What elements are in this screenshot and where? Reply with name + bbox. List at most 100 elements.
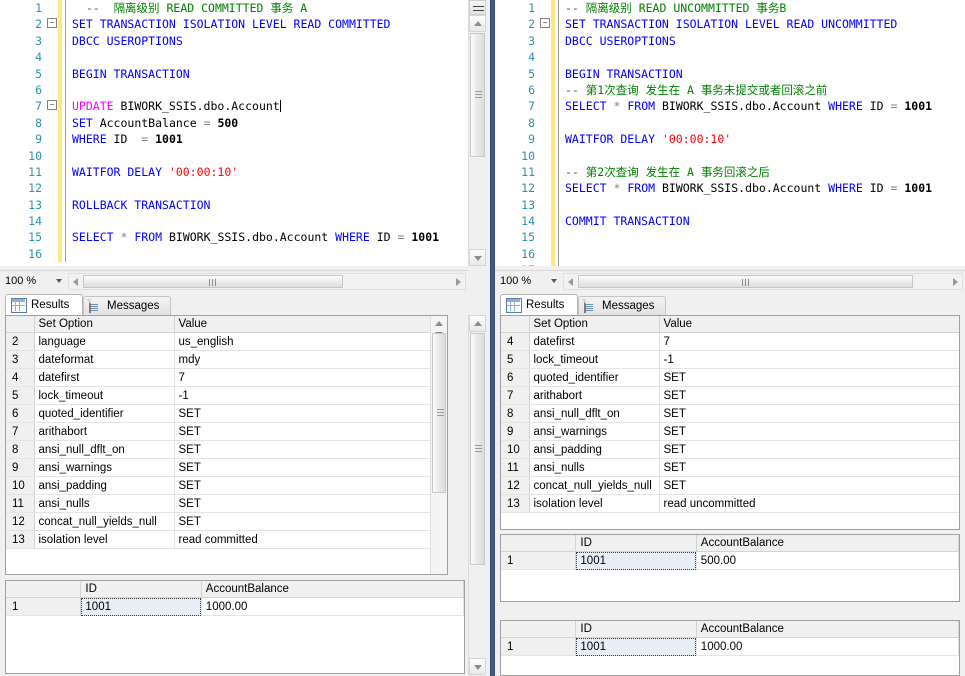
table-cell[interactable]: read uncommitted xyxy=(659,494,959,513)
left-results-scroll-thumb[interactable] xyxy=(470,333,485,565)
row-header-corner[interactable] xyxy=(501,621,577,638)
table-cell[interactable]: SET xyxy=(659,422,959,441)
table-cell[interactable]: arithabort xyxy=(529,386,660,405)
table-cell[interactable]: arithabort xyxy=(34,422,175,441)
left-code-lines[interactable]: 1 -- 隔离级别 READ COMMITTED 事务 A 2− SET TRANS… xyxy=(0,0,468,266)
column-header[interactable]: Set Option xyxy=(34,316,175,333)
code-line[interactable]: 15 SELECT * FROM BIWORK_SSIS.dbo.Account … xyxy=(0,229,468,247)
table-row[interactable]: 12 concat_null_yields_null SET xyxy=(6,512,432,531)
column-header[interactable]: AccountBalance xyxy=(696,621,959,638)
code-line[interactable]: 3 DBCC USEROPTIONS xyxy=(495,32,965,50)
right-hscroll-left-button[interactable] xyxy=(564,274,577,289)
code-line[interactable]: 16 xyxy=(0,245,468,263)
code-line[interactable]: 4 xyxy=(495,49,965,66)
right-hscroll-right-button[interactable] xyxy=(949,274,962,289)
table-cell[interactable]: SET xyxy=(659,440,959,459)
row-number[interactable]: 6 xyxy=(6,404,35,423)
code-line[interactable]: 17 xyxy=(495,262,965,266)
table-cell[interactable]: isolation level xyxy=(529,494,660,513)
column-header[interactable]: ID xyxy=(575,535,697,552)
code-line[interactable]: 16 xyxy=(495,245,965,263)
table-row[interactable]: 7 arithabort SET xyxy=(6,422,432,441)
table-row[interactable]: 13 isolation level read committed xyxy=(6,530,432,549)
code-line[interactable]: 5 BEGIN TRANSACTION xyxy=(0,65,468,83)
table-cell[interactable]: us_english xyxy=(174,332,432,351)
row-number[interactable]: 4 xyxy=(501,332,530,351)
table-cell[interactable]: SET xyxy=(174,422,432,441)
table-cell[interactable]: 7 xyxy=(174,368,432,387)
table-row[interactable]: 10 ansi_padding SET xyxy=(501,440,959,459)
table-cell[interactable]: SET xyxy=(659,458,959,477)
column-header[interactable]: AccountBalance xyxy=(201,581,464,598)
right-account-results-grid-2[interactable]: ID AccountBalance 1 1001 1000.00 xyxy=(500,620,960,676)
table-row[interactable]: 6 quoted_identifier SET xyxy=(501,368,959,387)
table-row[interactable]: 5 lock_timeout -1 xyxy=(501,350,959,369)
left-hscroll-thumb[interactable] xyxy=(83,274,343,288)
table-cell[interactable]: SET xyxy=(174,458,432,477)
table-row[interactable]: 8 ansi_null_dflt_on SET xyxy=(6,440,432,459)
table-cell[interactable]: ansi_padding xyxy=(34,476,175,495)
table-cell[interactable]: SET xyxy=(174,494,432,513)
table-cell[interactable]: SET xyxy=(659,404,959,423)
table-cell[interactable]: 1001 xyxy=(575,551,697,570)
code-line[interactable]: 4 xyxy=(0,49,468,66)
code-line[interactable]: 1 -- 隔离级别 READ UNCOMMITTED 事务B xyxy=(495,0,965,17)
row-number[interactable]: 6 xyxy=(501,368,530,387)
right-editor-hscrollbar[interactable] xyxy=(563,272,963,290)
code-line[interactable]: 1 -- 隔离级别 READ COMMITTED 事务 A xyxy=(0,0,468,17)
code-line[interactable]: 2− SET TRANSACTION ISOLATION LEVEL READ U… xyxy=(495,16,965,34)
results-table[interactable]: Set Option Value 2 language us_english 3 datef… xyxy=(6,316,432,549)
table-row[interactable]: 1 1001 500.00 xyxy=(501,551,959,570)
row-header-corner[interactable] xyxy=(501,316,530,333)
table-row[interactable]: 13 isolation level read uncommitted xyxy=(501,494,959,513)
right-hscroll-thumb[interactable] xyxy=(578,274,913,288)
right-code-lines[interactable]: 1 -- 隔离级别 READ UNCOMMITTED 事务B 2− SET TRANS… xyxy=(495,0,965,266)
table-row[interactable]: 5 lock_timeout -1 xyxy=(6,386,432,405)
code-line[interactable]: 11 -- 第2次查询 发生在 A 事务回滚之后 xyxy=(495,163,965,181)
results-table[interactable]: ID AccountBalance 1 1001 1000.00 xyxy=(6,581,464,616)
table-cell[interactable]: ansi_warnings xyxy=(529,422,660,441)
row-number[interactable]: 9 xyxy=(6,458,35,477)
left-useroptions-results-grid[interactable]: Set Option Value 2 language us_english 3 datef… xyxy=(5,315,448,575)
tab-results-right[interactable]: Results xyxy=(500,294,578,315)
left-hscroll-left-button[interactable] xyxy=(69,274,82,289)
code-line[interactable]: 9 WHERE ID = 1001 xyxy=(0,131,468,148)
table-row[interactable]: 3 dateformat mdy xyxy=(6,350,432,369)
row-number[interactable]: 3 xyxy=(6,350,35,369)
code-line[interactable]: 8 xyxy=(495,114,965,132)
table-cell[interactable]: SET xyxy=(659,386,959,405)
code-line[interactable]: 13 xyxy=(495,196,965,214)
fold-collapse-icon[interactable]: − xyxy=(46,98,58,114)
table-row[interactable]: 9 ansi_warnings SET xyxy=(6,458,432,477)
left-zoom-selector[interactable]: 100 % xyxy=(2,272,68,290)
table-cell[interactable]: concat_null_yields_null xyxy=(529,476,660,495)
right-results-tabstrip[interactable]: Results Messages xyxy=(500,294,960,316)
right-account-results-grid-1[interactable]: ID AccountBalance 1 1001 500.00 xyxy=(500,534,960,602)
fold-collapse-icon[interactable]: − xyxy=(46,16,58,32)
table-cell[interactable]: ansi_null_dflt_on xyxy=(34,440,175,459)
table-cell[interactable]: lock_timeout xyxy=(34,386,175,405)
left-editor-split-grip[interactable] xyxy=(469,0,486,15)
code-line[interactable]: 6 -- 第1次查询 发生在 A 事务未提交或者回滚之前 xyxy=(495,81,965,99)
left-grid-scroll-up[interactable] xyxy=(431,321,447,326)
table-cell[interactable]: -1 xyxy=(659,350,959,369)
table-cell[interactable]: SET xyxy=(174,512,432,531)
column-header[interactable]: ID xyxy=(575,621,697,638)
row-header-corner[interactable] xyxy=(501,535,577,552)
tab-messages-left[interactable]: Messages xyxy=(83,296,171,315)
tab-results-left[interactable]: Results xyxy=(5,294,83,315)
results-table[interactable]: ID AccountBalance 1 1001 1000.00 xyxy=(501,621,959,656)
left-editor-scroll-down-button[interactable] xyxy=(469,249,486,266)
table-cell[interactable]: SET xyxy=(659,476,959,495)
right-useroptions-results-grid[interactable]: Set Option Value 4 datefirst 7 5 lock_timeout -… xyxy=(500,315,960,530)
table-row[interactable]: 6 quoted_identifier SET xyxy=(6,404,432,423)
code-line[interactable]: 2− SET TRANSACTION ISOLATION LEVEL READ C… xyxy=(0,16,468,34)
tab-messages-right[interactable]: Messages xyxy=(578,296,666,315)
table-row[interactable]: 1 1001 1000.00 xyxy=(6,597,464,616)
code-line[interactable]: 3 DBCC USEROPTIONS xyxy=(0,32,468,50)
code-line[interactable]: 15 xyxy=(495,229,965,247)
row-number[interactable]: 8 xyxy=(6,440,35,459)
table-cell[interactable]: ansi_nulls xyxy=(34,494,175,513)
table-cell[interactable]: -1 xyxy=(174,386,432,405)
left-grid-inner-vscrollbar[interactable] xyxy=(430,316,447,574)
